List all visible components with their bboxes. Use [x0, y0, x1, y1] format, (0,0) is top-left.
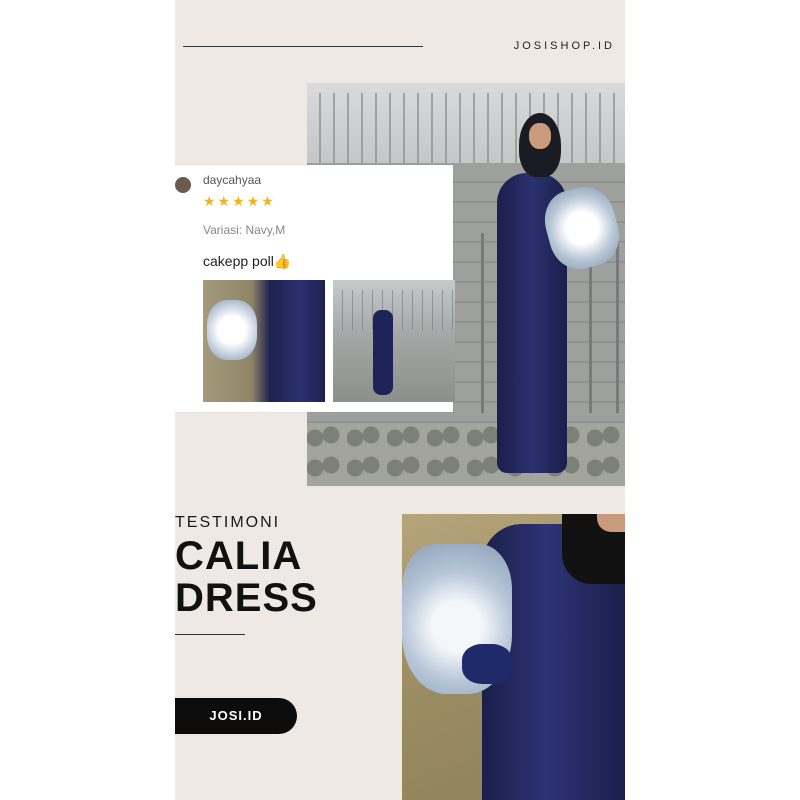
- brand-label: JOSISHOP.ID: [513, 40, 615, 52]
- railing-thumb: [333, 290, 455, 330]
- review-photo-2[interactable]: [333, 280, 455, 402]
- brand-pill-button[interactable]: JOSI.ID: [175, 698, 297, 734]
- product-title: CALIA DRESS: [175, 534, 318, 620]
- model-face: [529, 123, 551, 149]
- top-divider: [183, 46, 423, 47]
- kicker-text: TESTIMONI: [175, 514, 281, 531]
- review-card: daycahyaa ★★★★★ Variasi: Navy,M cakepp p…: [175, 165, 455, 412]
- review-photo-1[interactable]: [203, 280, 325, 402]
- bouquet-thumb: [207, 300, 257, 360]
- review-comment: cakepp poll👍: [203, 253, 292, 269]
- paving-ground: [307, 423, 625, 486]
- railing: [307, 93, 625, 163]
- title-divider: [175, 634, 245, 635]
- reviewer-avatar: [175, 177, 191, 193]
- rating-stars: ★★★★★: [203, 193, 276, 209]
- model-thumb: [373, 310, 393, 395]
- bouquet-ribbon: [462, 644, 512, 684]
- story-canvas: JOSISHOP.ID daycahyaa ★★★★★ Variasi: Nav…: [175, 0, 625, 800]
- second-photo: [402, 514, 625, 800]
- review-variant: Variasi: Navy,M: [203, 223, 286, 237]
- reviewer-username: daycahyaa: [203, 173, 262, 187]
